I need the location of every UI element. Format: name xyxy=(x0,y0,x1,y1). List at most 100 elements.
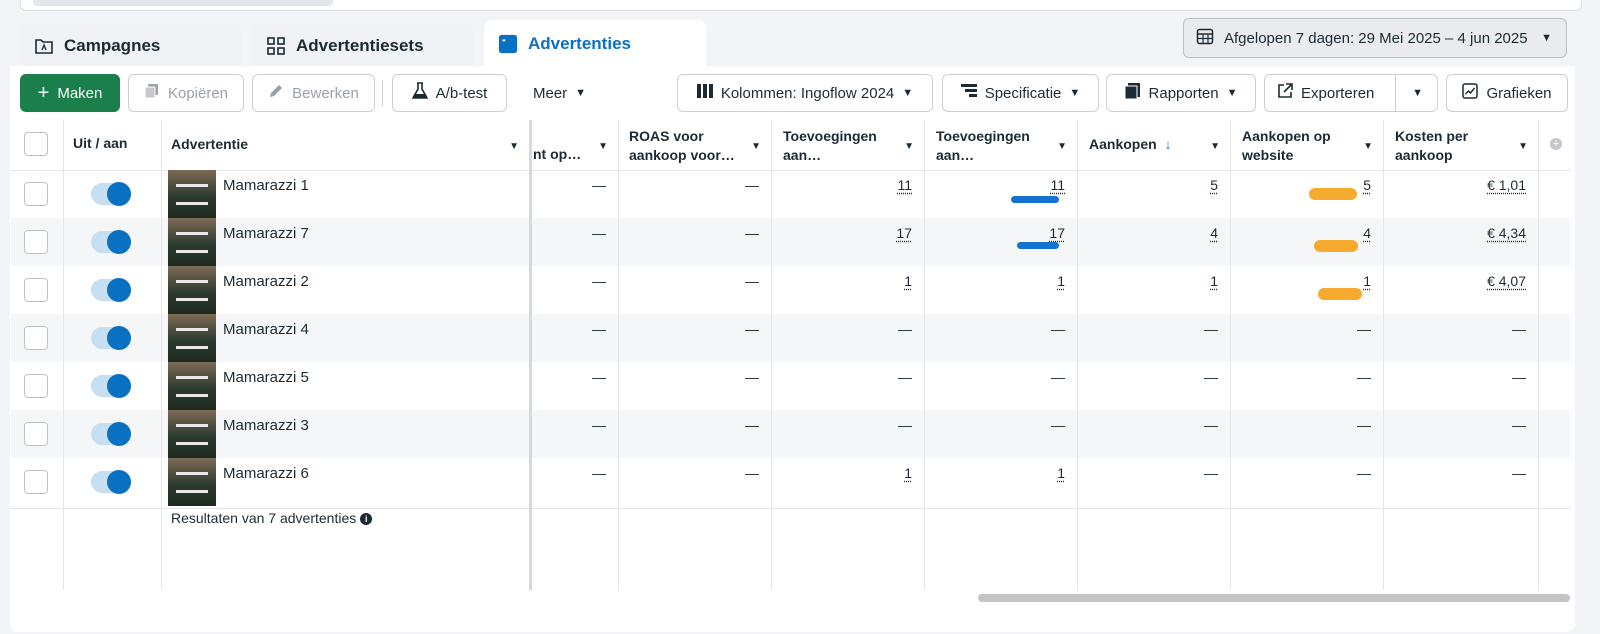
pencil-icon xyxy=(268,83,284,103)
row-checkbox[interactable] xyxy=(24,326,48,350)
ad-status-toggle[interactable] xyxy=(91,230,131,254)
frozen-column-divider[interactable] xyxy=(529,120,532,590)
create-button[interactable]: + Maken xyxy=(20,74,120,112)
table-cell[interactable]: 1 xyxy=(771,273,924,289)
table-cell[interactable]: 1 xyxy=(924,465,1077,481)
export-button[interactable]: Exporteren ▼ xyxy=(1264,74,1438,112)
row-checkbox[interactable] xyxy=(24,278,48,302)
ad-name[interactable]: Mamarazzi 1 xyxy=(223,177,309,194)
cell-value: — xyxy=(1051,321,1065,337)
abtest-button[interactable]: A/b-test xyxy=(392,74,507,112)
header-col1[interactable]: nt op… ▼ xyxy=(533,120,618,170)
table-cell[interactable]: € 4,34 xyxy=(1383,225,1538,241)
tab-advertentiesets[interactable]: Advertentiesets xyxy=(252,24,474,68)
header-label: aan… xyxy=(783,147,822,163)
toggle-knob xyxy=(107,470,131,494)
breakdown-dropdown[interactable]: Specificatie ▼ xyxy=(942,74,1099,112)
chevron-down-icon: ▼ xyxy=(1226,87,1238,99)
table-cell[interactable]: 5 xyxy=(1230,177,1383,193)
table-cell[interactable]: 1 xyxy=(1230,273,1383,289)
table-cell[interactable]: 4 xyxy=(1230,225,1383,241)
table-cell[interactable]: 1 xyxy=(771,465,924,481)
calendar-icon xyxy=(1196,27,1214,49)
ad-name[interactable]: Mamarazzi 6 xyxy=(223,465,309,482)
plus-icon: + xyxy=(37,82,50,104)
ad-name[interactable]: Mamarazzi 7 xyxy=(223,225,309,242)
cell-value: — xyxy=(898,417,912,433)
ad-status-toggle[interactable] xyxy=(91,470,131,494)
table-cell[interactable]: 1 xyxy=(924,273,1077,289)
columns-label: Kolommen: Ingoflow 2024 xyxy=(720,84,895,102)
table-cell[interactable]: 5 xyxy=(1077,177,1230,193)
info-icon[interactable]: i xyxy=(360,513,373,526)
table-cell: — xyxy=(1230,321,1383,337)
charts-label: Grafieken xyxy=(1486,84,1552,102)
chevron-down-icon[interactable]: ▼ xyxy=(1412,87,1423,99)
charts-button[interactable]: Grafieken xyxy=(1446,74,1568,112)
tab-label: Advertenties xyxy=(528,34,631,53)
reports-dropdown[interactable]: Rapporten ▼ xyxy=(1106,74,1256,112)
cell-value: 1 xyxy=(904,465,912,481)
row-checkbox[interactable] xyxy=(24,470,48,494)
row-checkbox[interactable] xyxy=(24,230,48,254)
ad-status-toggle[interactable] xyxy=(91,422,131,446)
table-cell[interactable]: 1 xyxy=(1077,273,1230,289)
row-checkbox[interactable] xyxy=(24,182,48,206)
date-range-picker[interactable]: Afgelopen 7 dagen: 29 Mei 2025 – 4 jun 2… xyxy=(1183,18,1567,58)
header-adds-to-cart-2[interactable]: Toevoegingen aan… ▼ xyxy=(936,120,1077,170)
add-column-icon[interactable]: + xyxy=(1550,138,1562,150)
table-cell[interactable]: 17 xyxy=(771,225,924,241)
header-toggle[interactable]: Uit / aan xyxy=(73,120,161,170)
chevron-down-icon: ▼ xyxy=(1363,141,1373,152)
header-label: Toevoegingen xyxy=(783,128,877,144)
table-cell[interactable]: 11 xyxy=(771,177,924,193)
more-dropdown[interactable]: Meer ▼ xyxy=(522,74,597,112)
copy-icon xyxy=(144,83,160,103)
header-adds-to-cart-1[interactable]: Toevoegingen aan… ▼ xyxy=(783,120,924,170)
table-cell[interactable]: 4 xyxy=(1077,225,1230,241)
ad-name[interactable]: Mamarazzi 2 xyxy=(223,273,309,290)
table-cell: — xyxy=(771,321,924,337)
cell-value: 1 xyxy=(1363,273,1371,289)
ad-status-toggle[interactable] xyxy=(91,278,131,302)
tab-advertenties[interactable]: Advertenties xyxy=(484,20,706,68)
table-cell[interactable]: 11 xyxy=(924,177,1077,193)
copy-button[interactable]: Kopiëren xyxy=(128,74,244,112)
ad-name[interactable]: Mamarazzi 4 xyxy=(223,321,309,338)
header-cost-per-purchase[interactable]: Kosten per aankoop ▼ xyxy=(1395,120,1538,170)
table-cell[interactable]: 17 xyxy=(924,225,1077,241)
cell-value: — xyxy=(592,417,606,433)
thumbnail-text-strip xyxy=(176,232,208,235)
header-website-purchases[interactable]: Aankopen op website ▼ xyxy=(1242,120,1383,170)
ad-name[interactable]: Mamarazzi 5 xyxy=(223,369,309,386)
edit-button[interactable]: Bewerken xyxy=(252,74,375,112)
select-all-checkbox[interactable] xyxy=(24,132,48,156)
table-cell[interactable]: € 1,01 xyxy=(1383,177,1538,193)
table-cell[interactable]: € 4,07 xyxy=(1383,273,1538,289)
cell-value: — xyxy=(1051,369,1065,385)
table-cell: — xyxy=(533,273,618,289)
toggle-knob xyxy=(107,230,131,254)
ad-name[interactable]: Mamarazzi 3 xyxy=(223,417,309,434)
tab-campagnes[interactable]: Campagnes xyxy=(20,24,242,68)
table-cell: — xyxy=(1383,321,1538,337)
header-roas[interactable]: ROAS voor aankoop voor… ▼ xyxy=(629,120,771,170)
ad-status-toggle[interactable] xyxy=(91,326,131,350)
header-purchases[interactable]: Aankopen ↓ ▼ xyxy=(1089,120,1230,170)
reports-label: Rapporten xyxy=(1148,84,1219,102)
cell-value: — xyxy=(592,225,606,241)
column-divider xyxy=(161,120,162,590)
ad-status-toggle[interactable] xyxy=(91,374,131,398)
horizontal-scrollbar[interactable] xyxy=(978,594,1570,602)
table-cell: — xyxy=(1230,465,1383,481)
table-cell: — xyxy=(1230,369,1383,385)
thumbnail-text-strip xyxy=(176,472,208,475)
thumbnail-text-strip xyxy=(176,202,208,205)
columns-dropdown[interactable]: Kolommen: Ingoflow 2024 ▼ xyxy=(677,74,933,112)
row-checkbox[interactable] xyxy=(24,374,48,398)
row-checkbox[interactable] xyxy=(24,422,48,446)
ad-status-toggle[interactable] xyxy=(91,182,131,206)
header-ad[interactable]: Advertentie ▼ xyxy=(171,120,529,170)
chevron-down-icon: ▼ xyxy=(575,87,587,99)
chevron-down-icon: ▼ xyxy=(1057,141,1067,152)
